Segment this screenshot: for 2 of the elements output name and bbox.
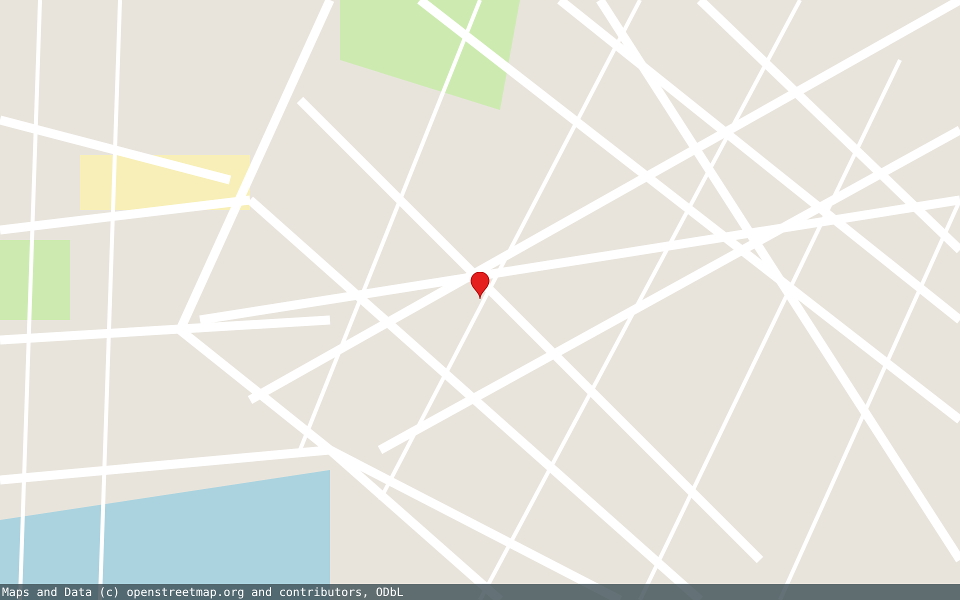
map-attribution: Maps and Data (c) openstreetmap.org and contributors, ODbL [1, 584, 404, 600]
map-pin-icon[interactable] [470, 272, 490, 300]
